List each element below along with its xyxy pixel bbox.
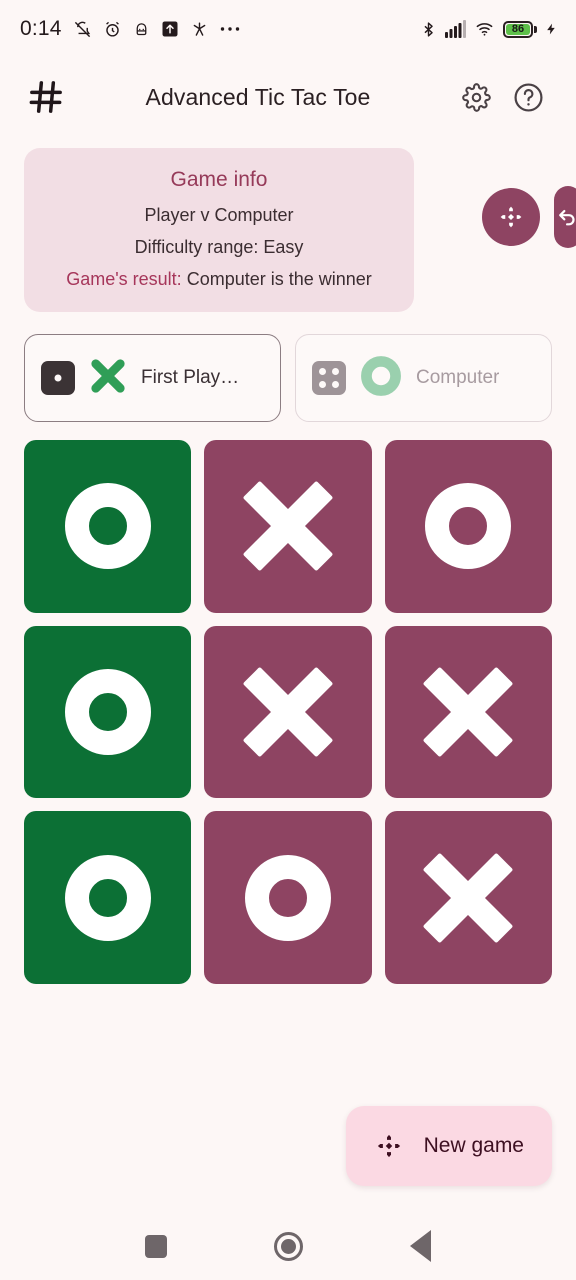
- upload-box-icon: [161, 20, 179, 38]
- game-result-label: Game's result:: [66, 269, 182, 289]
- game-info-title: Game info: [170, 168, 268, 191]
- board-cell-8[interactable]: [384, 811, 552, 984]
- dice-one-icon: [41, 361, 75, 395]
- game-info-difficulty: Difficulty range: Easy: [134, 237, 304, 257]
- new-game-button[interactable]: New game: [345, 1106, 552, 1186]
- status-bar-left: 0:14: [20, 17, 240, 41]
- triangle-left-icon: [409, 1230, 431, 1262]
- dice-four-icon: [312, 361, 346, 395]
- circle-icon: [273, 1231, 303, 1261]
- alarm-icon: [103, 20, 122, 39]
- mark-o: [244, 854, 331, 941]
- game-info-row: Game info Player v Computer Difficulty r…: [0, 136, 576, 312]
- mark-x: [242, 666, 334, 758]
- player-chip-first-player[interactable]: First Play…: [24, 334, 281, 422]
- wifi-icon: [474, 20, 495, 38]
- home-button[interactable]: [258, 1216, 318, 1276]
- gear-icon[interactable]: [450, 82, 502, 112]
- cellular-signal-icon: [445, 20, 466, 38]
- page-title: Advanced Tic Tac Toe: [145, 83, 371, 110]
- recents-button[interactable]: [126, 1216, 186, 1276]
- battery-cap: [534, 25, 537, 33]
- game-result-value: Computer is the winner: [186, 269, 372, 289]
- side-action-buttons: [482, 186, 576, 248]
- mark-o: [64, 854, 151, 941]
- undo-button[interactable]: [554, 186, 576, 248]
- gamepad-dpad-icon: [500, 206, 522, 228]
- charging-bolt-icon: [545, 20, 558, 38]
- mark-x: [242, 480, 334, 572]
- sparkle-icon: [190, 20, 209, 39]
- board-cell-1[interactable]: [204, 440, 372, 613]
- mark-o: [64, 483, 151, 570]
- player-chip-label: Computer: [416, 367, 500, 388]
- mark-x: [422, 852, 514, 944]
- game-info-mode: Player v Computer: [144, 205, 294, 225]
- android-nav-bar: [0, 1212, 576, 1280]
- status-bar: 0:14 86: [0, 0, 576, 58]
- mark-o: [64, 668, 151, 755]
- board-cell-2[interactable]: [384, 440, 552, 613]
- hash-grid-icon[interactable]: [22, 77, 70, 117]
- board-cell-6[interactable]: [24, 811, 192, 984]
- battery-indicator: 86: [503, 20, 537, 38]
- mute-icon: [73, 20, 92, 39]
- help-circle-icon[interactable]: [502, 82, 554, 113]
- gamepad-dpad-icon: [377, 1134, 400, 1158]
- battery-body: 86: [503, 20, 533, 38]
- board-cell-0[interactable]: [24, 440, 192, 613]
- game-info-result: Game's result: Computer is the winner: [38, 269, 400, 290]
- app-bar: Advanced Tic Tac Toe: [0, 58, 576, 136]
- player-chip-label: First Play…: [141, 367, 240, 388]
- android-icon: [133, 20, 150, 39]
- player-mark-o-icon: [358, 353, 404, 404]
- new-game-fab-round[interactable]: [482, 188, 540, 246]
- board-cell-3[interactable]: [24, 625, 192, 799]
- square-icon: [145, 1234, 167, 1258]
- new-game-fab-wrap: New game: [345, 1106, 552, 1186]
- mark-o: [425, 483, 512, 570]
- undo-arrow-icon: [559, 209, 575, 226]
- mark-x: [422, 666, 514, 758]
- bluetooth-icon: [420, 20, 437, 39]
- game-info-card: Game info Player v Computer Difficulty r…: [24, 148, 414, 312]
- back-button[interactable]: [390, 1216, 450, 1276]
- board-cell-4[interactable]: [204, 625, 372, 799]
- player-chip-computer[interactable]: Computer: [295, 334, 552, 422]
- tic-tac-toe-board: [0, 422, 576, 984]
- battery-percent: 86: [511, 22, 525, 35]
- player-mark-x-icon: [87, 355, 129, 402]
- status-time: 0:14: [20, 17, 62, 40]
- board-cell-7[interactable]: [204, 811, 372, 984]
- board-cell-5[interactable]: [384, 625, 552, 799]
- player-chips: First Play… Computer: [0, 312, 576, 422]
- new-game-label: New game: [423, 1134, 524, 1157]
- status-bar-right: 86: [420, 20, 558, 39]
- overflow-icon: [220, 26, 240, 32]
